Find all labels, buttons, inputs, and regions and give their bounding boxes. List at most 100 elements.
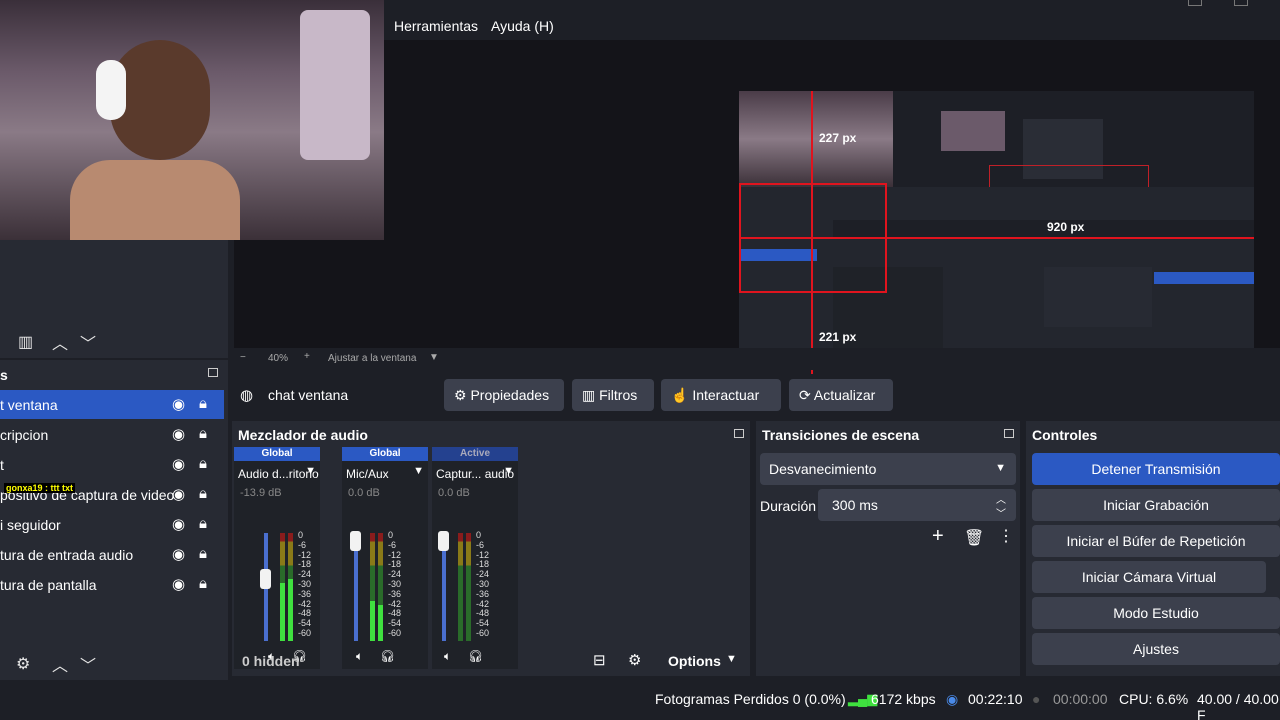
move-down-icon[interactable]: ﹀: [80, 330, 96, 354]
undock-icon[interactable]: [734, 429, 744, 438]
eye-icon[interactable]: ◉: [172, 455, 185, 473]
sources-toolbar: ⚙ ︿ ﹀: [0, 646, 228, 680]
eye-icon[interactable]: ◉: [172, 575, 185, 593]
source-item[interactable]: tura de entrada audio ◉ 🔒︎: [0, 540, 224, 569]
transitions-title: Transiciones de escena: [762, 427, 920, 443]
chevron-down-icon[interactable]: ▼: [305, 465, 316, 477]
studio-mode-button[interactable]: Modo Estudio: [1032, 597, 1280, 629]
lock-icon[interactable]: 🔒︎: [199, 395, 207, 412]
properties-button[interactable]: ⚙ Propiedades: [444, 379, 564, 411]
eye-icon[interactable]: ◉: [172, 545, 185, 563]
lock-icon[interactable]: 🔒︎: [199, 455, 207, 472]
more-options-icon[interactable]: ⋮: [998, 526, 1014, 546]
audio-mixer-panel: Mezclador de audio Global Audio d...rito…: [232, 421, 750, 676]
transitions-panel: Transiciones de escena Desvanecimiento ▼…: [756, 421, 1020, 676]
db-tick: -60: [476, 627, 490, 638]
source-item[interactable]: tura de pantalla ◉ 🔒︎: [0, 570, 224, 599]
lock-icon[interactable]: 🔒︎: [199, 425, 207, 442]
source-item[interactable]: t ventana ◉ 🔒︎: [0, 390, 224, 419]
zoom-out-button[interactable]: −: [240, 352, 246, 363]
layout-icon[interactable]: ⊟: [593, 651, 606, 669]
zoom-in-button[interactable]: +: [304, 351, 310, 362]
preview-area[interactable]: 227 px 920 px 221 px: [234, 40, 1280, 380]
lock-icon[interactable]: 🔒︎: [199, 485, 207, 502]
headphone-left: [96, 60, 126, 120]
level-meter: [378, 533, 383, 641]
lock-icon[interactable]: 🔒︎: [199, 575, 207, 592]
add-transition-icon[interactable]: +: [932, 525, 944, 548]
lock-icon[interactable]: 🔒︎: [199, 515, 207, 532]
channel-badge: Active: [432, 447, 518, 461]
source-label: cripcion: [0, 427, 49, 443]
minimize-icon[interactable]: [1188, 0, 1202, 6]
dim-label-right: 920 px: [1047, 220, 1085, 234]
virtual-camera-button[interactable]: Iniciar Cámara Virtual: [1032, 561, 1266, 593]
mixer-channel: Global Audio d...ritorio ▼ -13.9 dB 0 -6-…: [234, 447, 320, 669]
trash-icon[interactable]: 🗑︎: [964, 528, 984, 548]
hidden-count: 0 hidden: [242, 653, 300, 669]
source-item[interactable]: cripcion ◉ 🔒︎: [0, 420, 224, 449]
source-item[interactable]: t ◉ 🔒︎: [0, 450, 224, 479]
filter-icon: ▥: [582, 387, 600, 403]
gear-icon[interactable]: ⚙: [16, 654, 30, 674]
streamer-body: [70, 160, 240, 240]
source-toolbar: ◍ chat ventana ⚙ Propiedades ▥ Filtros ☝…: [232, 374, 1280, 416]
preview-canvas[interactable]: 227 px 920 px 221 px: [739, 91, 1254, 380]
obs-window: Herramientas Ayuda (H) 227 px 920 px 221…: [0, 0, 1280, 720]
chevron-down-icon[interactable]: ▼: [503, 465, 514, 477]
settings-button[interactable]: Ajustes: [1032, 633, 1280, 665]
eye-icon[interactable]: ◉: [172, 425, 185, 443]
level-meter: [288, 533, 293, 641]
undock-icon[interactable]: [1004, 429, 1014, 438]
sources-panel: s t ventana ◉ 🔒︎ cripcion ◉ 🔒︎ t ◉ 🔒︎ po…: [0, 360, 228, 680]
move-up-icon[interactable]: ︿: [52, 330, 68, 354]
chevron-down-icon[interactable]: ▼: [726, 653, 737, 665]
db-scale: 0 -6 -12 -18 -24 -30 -36 -42 -48 -54 -60: [476, 531, 489, 639]
start-recording-button[interactable]: Iniciar Grabación: [1032, 489, 1280, 521]
fader-handle[interactable]: [260, 569, 271, 589]
level-meter: [458, 533, 463, 641]
eye-icon[interactable]: ◉: [172, 395, 185, 413]
chevron-down-icon[interactable]: ▼: [429, 352, 439, 363]
zoom-bar: − 40% + Ajustar a la ventana ▼: [234, 348, 1280, 370]
filters-button[interactable]: ▥ Filtros: [572, 379, 654, 411]
menu-tools[interactable]: Herramientas: [394, 18, 478, 34]
move-up-icon[interactable]: ︿: [52, 652, 68, 676]
eye-icon[interactable]: ◉: [172, 485, 185, 503]
fader-handle[interactable]: [350, 531, 361, 551]
menu-help[interactable]: Ayuda (H): [491, 18, 554, 34]
fader-handle[interactable]: [438, 531, 449, 551]
scenes-toolbar: ▥ ︿ ﹀: [0, 324, 228, 358]
duration-spinbox[interactable]: 300 ms ︿ ﹀: [818, 489, 1016, 521]
advanced-audio-icon[interactable]: ⚙: [628, 651, 641, 669]
source-item[interactable]: i seguidor ◉ 🔒︎: [0, 510, 224, 539]
eye-icon[interactable]: ◉: [172, 515, 185, 533]
level-meter: [280, 533, 285, 641]
source-label: t ventana: [0, 397, 58, 413]
stop-streaming-button[interactable]: Detener Transmisión: [1032, 453, 1280, 485]
refresh-icon: ⟳: [799, 387, 814, 403]
zoom-fit-select[interactable]: Ajustar a la ventana: [328, 353, 416, 364]
wall-light: [300, 10, 370, 160]
webcam-feed: [0, 0, 384, 240]
selection-box[interactable]: [739, 183, 887, 293]
chevron-down-icon[interactable]: ▼: [413, 465, 424, 477]
replay-buffer-button[interactable]: Iniciar el Búfer de Repetición: [1032, 525, 1280, 557]
refresh-button[interactable]: ⟳ Actualizar: [789, 379, 893, 411]
interact-button[interactable]: ☝ Interactuar: [661, 379, 781, 411]
scenes-panel: ▥ ︿ ﹀: [0, 240, 228, 358]
channel-db: -13.9 dB: [240, 487, 282, 499]
transition-select[interactable]: Desvanecimiento ▼: [760, 453, 1016, 485]
dim-label-bottom: 221 px: [819, 330, 857, 344]
lock-icon[interactable]: 🔒︎: [199, 545, 207, 562]
filter-icon[interactable]: ▥: [18, 332, 33, 352]
move-down-icon[interactable]: ﹀: [80, 652, 96, 676]
undock-icon[interactable]: [208, 368, 218, 377]
chat-overlay: gonxa19 : ttt txt: [4, 483, 76, 493]
dim-label-top: 227 px: [819, 131, 857, 145]
spin-down-icon[interactable]: ﹀: [996, 505, 1006, 520]
options-button[interactable]: Options: [668, 653, 721, 669]
maximize-icon[interactable]: [1234, 0, 1248, 6]
controls-panel: Controles Detener Transmisión Iniciar Gr…: [1026, 421, 1280, 676]
spin-up-icon[interactable]: ︿: [996, 491, 1006, 506]
